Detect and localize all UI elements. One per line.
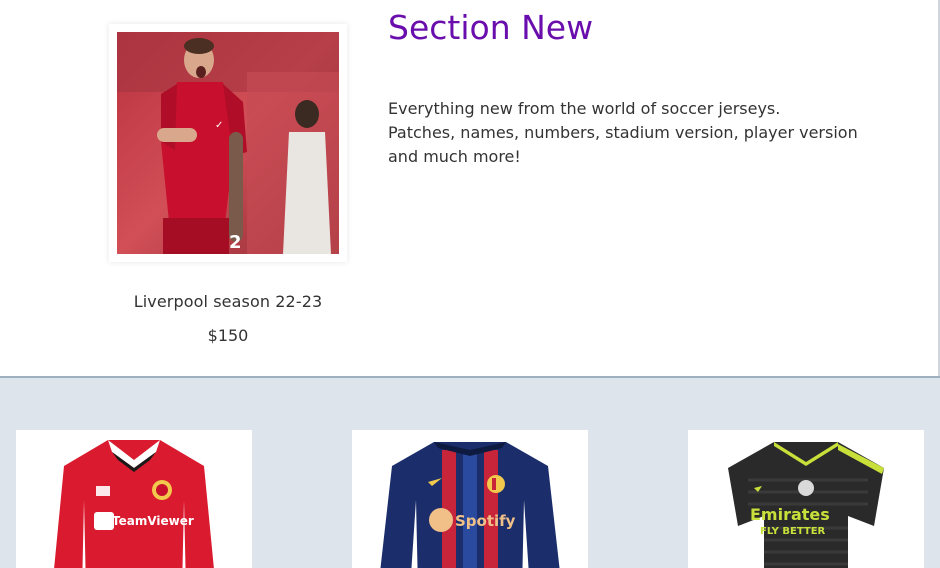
barcelona-jersey-icon: Spotify — [380, 442, 560, 568]
svg-text:2: 2 — [229, 232, 242, 253]
real-madrid-jersey-icon: Emirates FLY BETTER — [728, 442, 884, 568]
featured-product-price: $150 — [207, 326, 249, 345]
featured-product-image[interactable]: ✓ 2 — [117, 32, 339, 254]
product-sponsor-subtext: FLY BETTER — [760, 526, 826, 537]
product-card-real-madrid[interactable]: Emirates FLY BETTER — [688, 430, 924, 568]
section-description-line: Patches, names, numbers, stadium version… — [388, 123, 858, 142]
man-united-jersey-icon: TeamViewer — [54, 440, 214, 568]
product-carousel-section: TeamViewer Spotify Emirates FLY BETTER — [0, 376, 940, 568]
product-sponsor-text: Emirates — [750, 505, 830, 524]
featured-product-card[interactable]: ✓ 2 — [109, 24, 347, 262]
section-description: Everything new from the world of soccer … — [388, 97, 868, 169]
product-sponsor-text: TeamViewer — [112, 514, 194, 528]
featured-product-name[interactable]: Liverpool season 22-23 — [109, 292, 347, 311]
player-celebration-photo-icon: ✓ 2 — [117, 32, 339, 254]
svg-text:✓: ✓ — [215, 120, 223, 131]
product-sponsor-text: Spotify — [455, 512, 516, 530]
section-title: Section New — [388, 8, 594, 47]
top-section: ✓ 2 Liverpool season 22-23 $150 Section … — [0, 0, 940, 376]
product-card-barcelona[interactable]: Spotify — [352, 430, 588, 568]
section-description-line: Everything new from the world of soccer … — [388, 99, 781, 118]
section-description-line: and much more! — [388, 147, 521, 166]
product-card-man-united[interactable]: TeamViewer — [16, 430, 252, 568]
